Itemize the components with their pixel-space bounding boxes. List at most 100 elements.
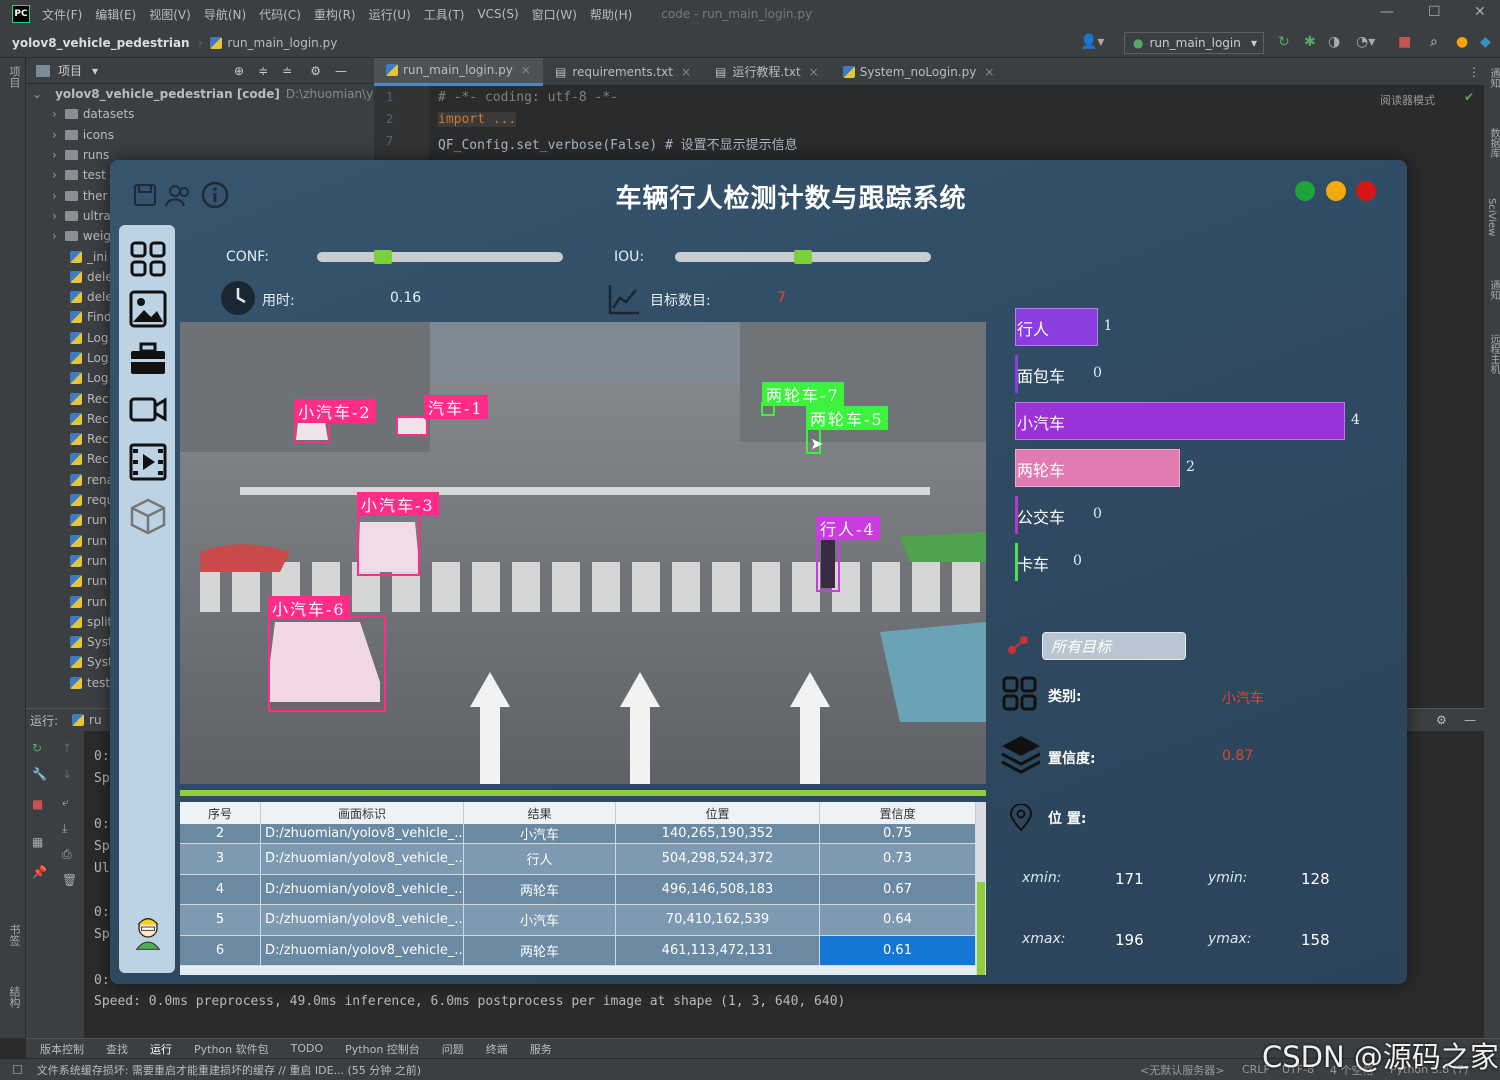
trash-icon[interactable]: 🗑 — [62, 873, 77, 887]
menu-edit[interactable]: 编辑(E) — [95, 6, 136, 23]
cell-result[interactable]: 行人 — [464, 844, 616, 875]
chevron-right-icon[interactable]: › — [52, 229, 57, 243]
chevron-right-icon[interactable]: › — [52, 148, 57, 162]
header-confidence[interactable]: 置信度 — [820, 802, 976, 824]
scrollbar-thumb[interactable] — [977, 882, 985, 975]
layout-icon[interactable]: ☐ — [12, 1063, 23, 1077]
close-tab-icon[interactable]: × — [521, 63, 531, 77]
cell-result[interactable]: 小汽车 — [464, 905, 616, 936]
cell-index[interactable]: 2 — [180, 824, 261, 844]
model-cube-icon[interactable] — [129, 497, 167, 535]
cell-index[interactable]: 5 — [180, 905, 261, 936]
chevron-down-icon[interactable]: ⌄ — [32, 87, 42, 101]
status-server[interactable]: <无默认服务器> — [1140, 1062, 1224, 1078]
menu-tools[interactable]: 工具(T) — [424, 6, 465, 23]
chevron-right-icon[interactable]: › — [52, 168, 57, 182]
image-icon[interactable] — [129, 290, 167, 328]
cell-index[interactable]: 6 — [180, 935, 261, 966]
table-row[interactable]: 4 D:/zhuomian/yolov8_vehicle_... 两轮车 496,14… — [180, 874, 976, 905]
notifications-tool-tab[interactable]: 通知 — [1486, 68, 1500, 88]
table-scrollbar[interactable] — [976, 802, 986, 975]
run-config-select[interactable]: ● run_main_login ▾ — [1124, 32, 1264, 54]
close-tab-icon[interactable]: × — [681, 65, 691, 79]
menu-file[interactable]: 文件(F) — [42, 6, 82, 23]
tab-run-main-login[interactable]: run_main_login.py × — [374, 57, 543, 86]
menu-window[interactable]: 窗口(W) — [532, 6, 577, 23]
tool-run[interactable]: 运行 — [150, 1041, 172, 1057]
bookmarks-tool-tab[interactable]: 书签 — [6, 924, 22, 946]
project-panel-title[interactable]: 项目 — [58, 62, 82, 79]
reader-mode-toggle[interactable]: 阅读器模式 — [1380, 92, 1435, 108]
cell-source[interactable]: D:/zhuomian/yolov8_vehicle_... — [261, 905, 464, 936]
status-message[interactable]: 文件系统缓存损坏: 需要重启才能重建损坏的缓存 // 重启 IDE... (55… — [37, 1062, 421, 1078]
locate-icon[interactable]: ⊕ — [234, 64, 244, 78]
table-row[interactable]: 3 D:/zhuomian/yolov8_vehicle_... 行人 504,298… — [180, 844, 976, 875]
maximize-light-button[interactable] — [1295, 181, 1315, 201]
header-source[interactable]: 画面标识 — [261, 802, 464, 824]
dashboard-grid-icon[interactable] — [129, 240, 167, 278]
database-tool-tab[interactable]: 数据库 — [1486, 128, 1500, 158]
tab-system-nologin[interactable]: System_noLogin.py × — [831, 58, 1007, 86]
more-options-icon[interactable]: ⋮ — [1468, 65, 1480, 79]
tab-requirements[interactable]: ▤ requirements.txt × — [543, 58, 703, 86]
print-icon[interactable]: ⎙ — [62, 847, 72, 862]
settings-gear-icon[interactable]: ⚙ — [1436, 713, 1447, 727]
video-file-icon[interactable] — [129, 443, 167, 481]
breadcrumb-file[interactable]: run_main_login.py — [227, 36, 337, 50]
cell-confidence[interactable]: 0.61 — [820, 935, 976, 966]
conf-slider-thumb[interactable] — [374, 250, 393, 264]
video-progress-bar[interactable] — [180, 790, 986, 796]
iou-slider[interactable] — [675, 250, 931, 264]
breadcrumb-project[interactable]: yolov8_vehicle_pedestrian — [12, 36, 190, 50]
table-row[interactable]: 5 D:/zhuomian/yolov8_vehicle_... 小汽车 70,410… — [180, 905, 976, 936]
close-tab-icon[interactable]: × — [809, 65, 819, 79]
pin-icon[interactable]: 📌 — [32, 865, 47, 879]
chevron-right-icon[interactable]: › — [52, 107, 57, 121]
tool-python-console[interactable]: Python 控制台 — [345, 1041, 420, 1057]
target-select[interactable]: 所有目标 — [1042, 632, 1186, 660]
tool-services[interactable]: 服务 — [530, 1041, 552, 1057]
rerun-icon[interactable]: ↻ — [1278, 34, 1290, 50]
minimize-icon[interactable]: — — [1380, 4, 1394, 20]
wrench-icon[interactable]: 🔧 — [32, 767, 47, 781]
cell-confidence[interactable]: 0.73 — [820, 844, 976, 875]
menu-view[interactable]: 视图(V) — [149, 6, 191, 23]
sciview-tool-tab[interactable]: SciView — [1486, 198, 1497, 236]
tool-terminal[interactable]: 终端 — [486, 1041, 508, 1057]
plugin-icon[interactable]: ◆ — [1480, 34, 1491, 50]
tool-find[interactable]: 查找 — [106, 1041, 128, 1057]
table-row[interactable]: 2 D:/zhuomian/yolov8_vehicle_... 小汽车 140,26… — [180, 824, 976, 844]
tree-root[interactable]: ⌄ yolov8_vehicle_pedestrian [code] D:\zhuo… — [26, 84, 374, 104]
hide-panel-icon[interactable]: — — [1464, 713, 1476, 727]
cell-position[interactable]: 504,298,524,372 — [616, 844, 820, 875]
notify-tool-tab[interactable]: 通知 — [1486, 280, 1500, 300]
stop-icon[interactable]: ■ — [1398, 34, 1411, 50]
stop-icon[interactable]: ■ — [32, 797, 43, 811]
header-index[interactable]: 序号 — [180, 802, 261, 824]
menu-refactor[interactable]: 重构(R) — [314, 6, 356, 23]
run-tab[interactable]: ru — [89, 713, 102, 727]
tool-todo[interactable]: TODO — [291, 1042, 324, 1055]
maximize-icon[interactable]: ☐ — [1428, 4, 1441, 20]
tool-vcs[interactable]: 版本控制 — [40, 1041, 84, 1057]
cell-position[interactable]: 461,113,472,131 — [616, 935, 820, 966]
rerun-icon[interactable]: ↻ — [32, 741, 42, 755]
menu-navigate[interactable]: 导航(N) — [204, 6, 246, 23]
cell-confidence[interactable]: 0.75 — [820, 824, 976, 844]
debug-icon[interactable]: ✱ — [1304, 34, 1316, 50]
soft-wrap-icon[interactable]: ⤶ — [62, 795, 69, 810]
coverage-icon[interactable]: ◑ — [1328, 34, 1340, 50]
chevron-right-icon[interactable]: › — [52, 209, 57, 223]
menu-vcs[interactable]: VCS(S) — [477, 7, 518, 21]
tool-problems[interactable]: 问题 — [442, 1041, 464, 1057]
cell-source[interactable]: D:/zhuomian/yolov8_vehicle_... — [261, 874, 464, 905]
cell-source[interactable]: D:/zhuomian/yolov8_vehicle_... — [261, 844, 464, 875]
cell-source[interactable]: D:/zhuomian/yolov8_vehicle_... — [261, 935, 464, 966]
tab-tutorial[interactable]: ▤ 运行教程.txt × — [703, 58, 831, 86]
cell-source[interactable]: D:/zhuomian/yolov8_vehicle_... — [261, 824, 464, 844]
remote-host-tool-tab[interactable]: 远程主机 — [1486, 334, 1500, 374]
scroll-end-icon[interactable]: ⤓ — [62, 821, 67, 836]
user-avatar-icon[interactable] — [129, 913, 167, 951]
cell-position[interactable]: 70,410,162,539 — [616, 905, 820, 936]
header-position[interactable]: 位置 — [616, 802, 820, 824]
